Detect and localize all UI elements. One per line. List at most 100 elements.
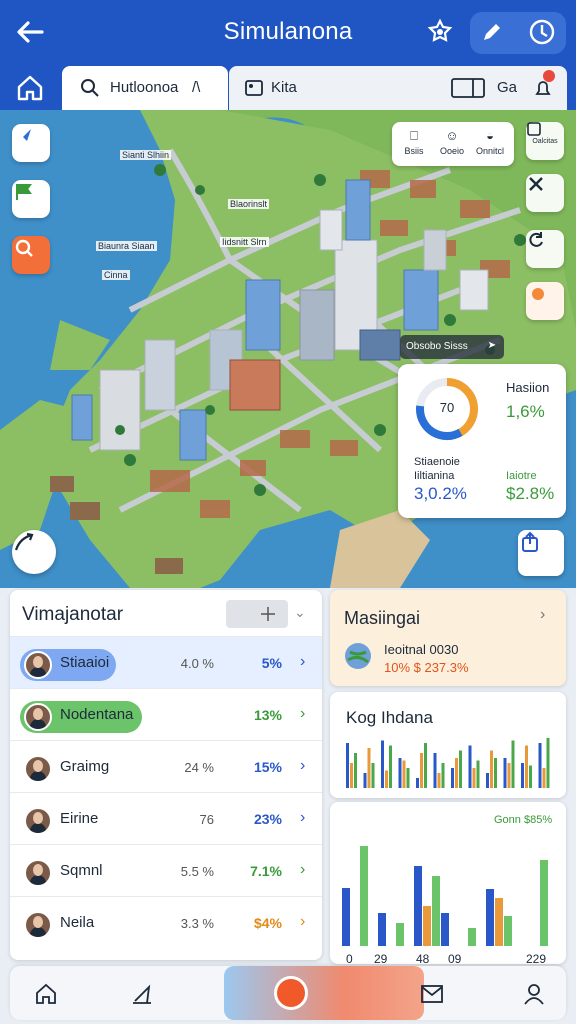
stats-card: 70 Hasiion 1,6% Stiaenoie Iiltianina 3,0…	[398, 364, 566, 518]
globe-icon	[345, 643, 371, 669]
mini-bar	[542, 768, 546, 788]
nav-map-edit[interactable]	[122, 974, 162, 1014]
clock-icon[interactable]	[526, 16, 558, 48]
profile-icon	[524, 984, 544, 1005]
chevron-right-icon[interactable]: ›	[300, 913, 305, 931]
toolbar-smile[interactable]: ☺ Ooeio	[434, 126, 470, 162]
mini-bar	[468, 745, 472, 788]
share-button[interactable]	[518, 530, 564, 576]
list-item[interactable]: Neila 3.3 % $4% ›	[10, 896, 322, 948]
mini-bar	[486, 773, 489, 788]
list-item[interactable]: Sqmnl 5.5 % 7.1% ›	[10, 844, 322, 896]
tab-kita-right-label: Ga	[497, 79, 518, 96]
map-edit-icon	[133, 984, 151, 1004]
mini-bar	[525, 745, 528, 788]
list-item[interactable]: Eirine 76 23% ›	[10, 792, 322, 844]
list-item[interactable]: Nodentana 13% ›	[10, 688, 322, 740]
flag-button[interactable]	[12, 180, 50, 218]
x-tick: 229	[526, 952, 547, 966]
mini-bar	[476, 760, 480, 788]
city-map[interactable]: Sianti Slhiin Blaorinslt Biaunra Siaan I…	[0, 110, 576, 588]
mini-bar	[350, 763, 353, 788]
window-icon[interactable]	[451, 78, 485, 98]
list-item[interactable]: Graimg 24 % 15% ›	[10, 740, 322, 792]
home-icon	[36, 983, 56, 1004]
row-change: 7.1%	[250, 863, 282, 879]
chevron-right-icon[interactable]: ›	[300, 861, 305, 879]
bar	[378, 913, 386, 946]
chevron-right-icon[interactable]: ›	[540, 606, 545, 624]
panel-title: Vimajanotar	[22, 604, 124, 625]
bar	[342, 888, 350, 946]
tab-search[interactable]: Hutloonoa /\	[62, 66, 228, 110]
mini-bar	[363, 773, 367, 788]
mini-bar	[503, 758, 507, 788]
bookmark-icon: ⎕	[410, 128, 418, 143]
map-label: Blaorinslt	[228, 199, 270, 209]
chart-x-axis: 0 29 48 09 229	[340, 952, 556, 966]
search-map-button[interactable]	[12, 236, 50, 274]
toolbar-label: Ooeio	[439, 146, 465, 156]
bar	[432, 876, 440, 946]
refresh-button[interactable]	[526, 230, 564, 268]
bar	[441, 913, 449, 946]
flag-icon	[16, 184, 32, 200]
x-tick: 0	[346, 952, 353, 966]
mini-bar	[494, 758, 497, 788]
mini-bar	[437, 773, 441, 788]
info-card[interactable]: Masiingai › Ieoitnal 0030 10% $ 237.3%	[330, 590, 566, 686]
filter-dropdown[interactable]	[226, 600, 288, 628]
chevron-right-icon[interactable]: ›	[300, 653, 305, 671]
mini-bar	[398, 758, 402, 788]
weather-button[interactable]	[526, 282, 564, 320]
mini-bar	[354, 753, 357, 788]
right-map-button[interactable]: Oalcitas	[526, 122, 564, 160]
bar-chart-card[interactable]: Gonn $85% 0 29 48 09 229	[330, 802, 566, 966]
chevron-right-icon[interactable]: ›	[300, 705, 305, 723]
location-pin-label[interactable]: Obsobo Sisss ➤	[400, 335, 504, 359]
x-tick: 09	[448, 952, 462, 966]
nav-mail[interactable]	[412, 974, 452, 1014]
mini-bar	[406, 768, 410, 788]
close-map-button[interactable]	[526, 174, 564, 212]
stat-left-label: Stiaenoie	[414, 456, 460, 468]
compass-icon	[17, 129, 31, 143]
draw-route-button[interactable]	[12, 530, 56, 574]
mini-bar	[402, 760, 406, 788]
stat-left-value: 3,0.2%	[414, 484, 467, 503]
bar	[486, 889, 494, 946]
nav-play[interactable]	[224, 966, 424, 1020]
avatar	[24, 651, 52, 679]
settings-star-icon[interactable]	[424, 16, 456, 48]
map-toolbar: ⎕ Bsiis ☺ Ooeio ◒ Onnitcl	[392, 122, 514, 166]
home-icon[interactable]	[12, 70, 48, 106]
compass-icon	[261, 607, 275, 621]
chevron-down-icon[interactable]: ⌄	[294, 604, 306, 621]
tab-kita[interactable]: Kita Ga	[229, 66, 567, 110]
chevron-right-icon[interactable]: ›	[300, 757, 305, 775]
bar	[414, 866, 422, 946]
mini-bar	[385, 770, 388, 788]
bar-chart	[342, 846, 548, 946]
mini-bar	[521, 763, 524, 788]
toolbar-bell[interactable]: ◒ Onnitcl	[472, 126, 508, 162]
nav-home[interactable]	[26, 974, 66, 1014]
mini-bar	[455, 758, 458, 788]
list-item[interactable]: Stiaaioi 4.0 % 5% ›	[10, 636, 322, 688]
stat-top-label: Hasiion	[506, 380, 550, 395]
right-map-button-label: Oalcitas	[532, 137, 558, 145]
row-change: 23%	[253, 811, 282, 827]
pencil-icon[interactable]	[476, 16, 508, 48]
row-value: 76	[199, 812, 214, 827]
mini-bar	[416, 778, 419, 788]
notification-badge	[543, 70, 555, 82]
toolbar-bookmark[interactable]: ⎕ Bsiis	[396, 126, 432, 162]
trend-card[interactable]: Kog Ihdana	[330, 692, 566, 798]
row-change: 5%	[261, 655, 282, 671]
row-value: 4.0 %	[180, 656, 214, 671]
layer-button[interactable]	[12, 124, 50, 162]
chevron-right-icon[interactable]: ›	[300, 809, 305, 827]
bar	[396, 923, 404, 946]
nav-profile[interactable]	[514, 974, 554, 1014]
mini-bar	[420, 753, 423, 788]
